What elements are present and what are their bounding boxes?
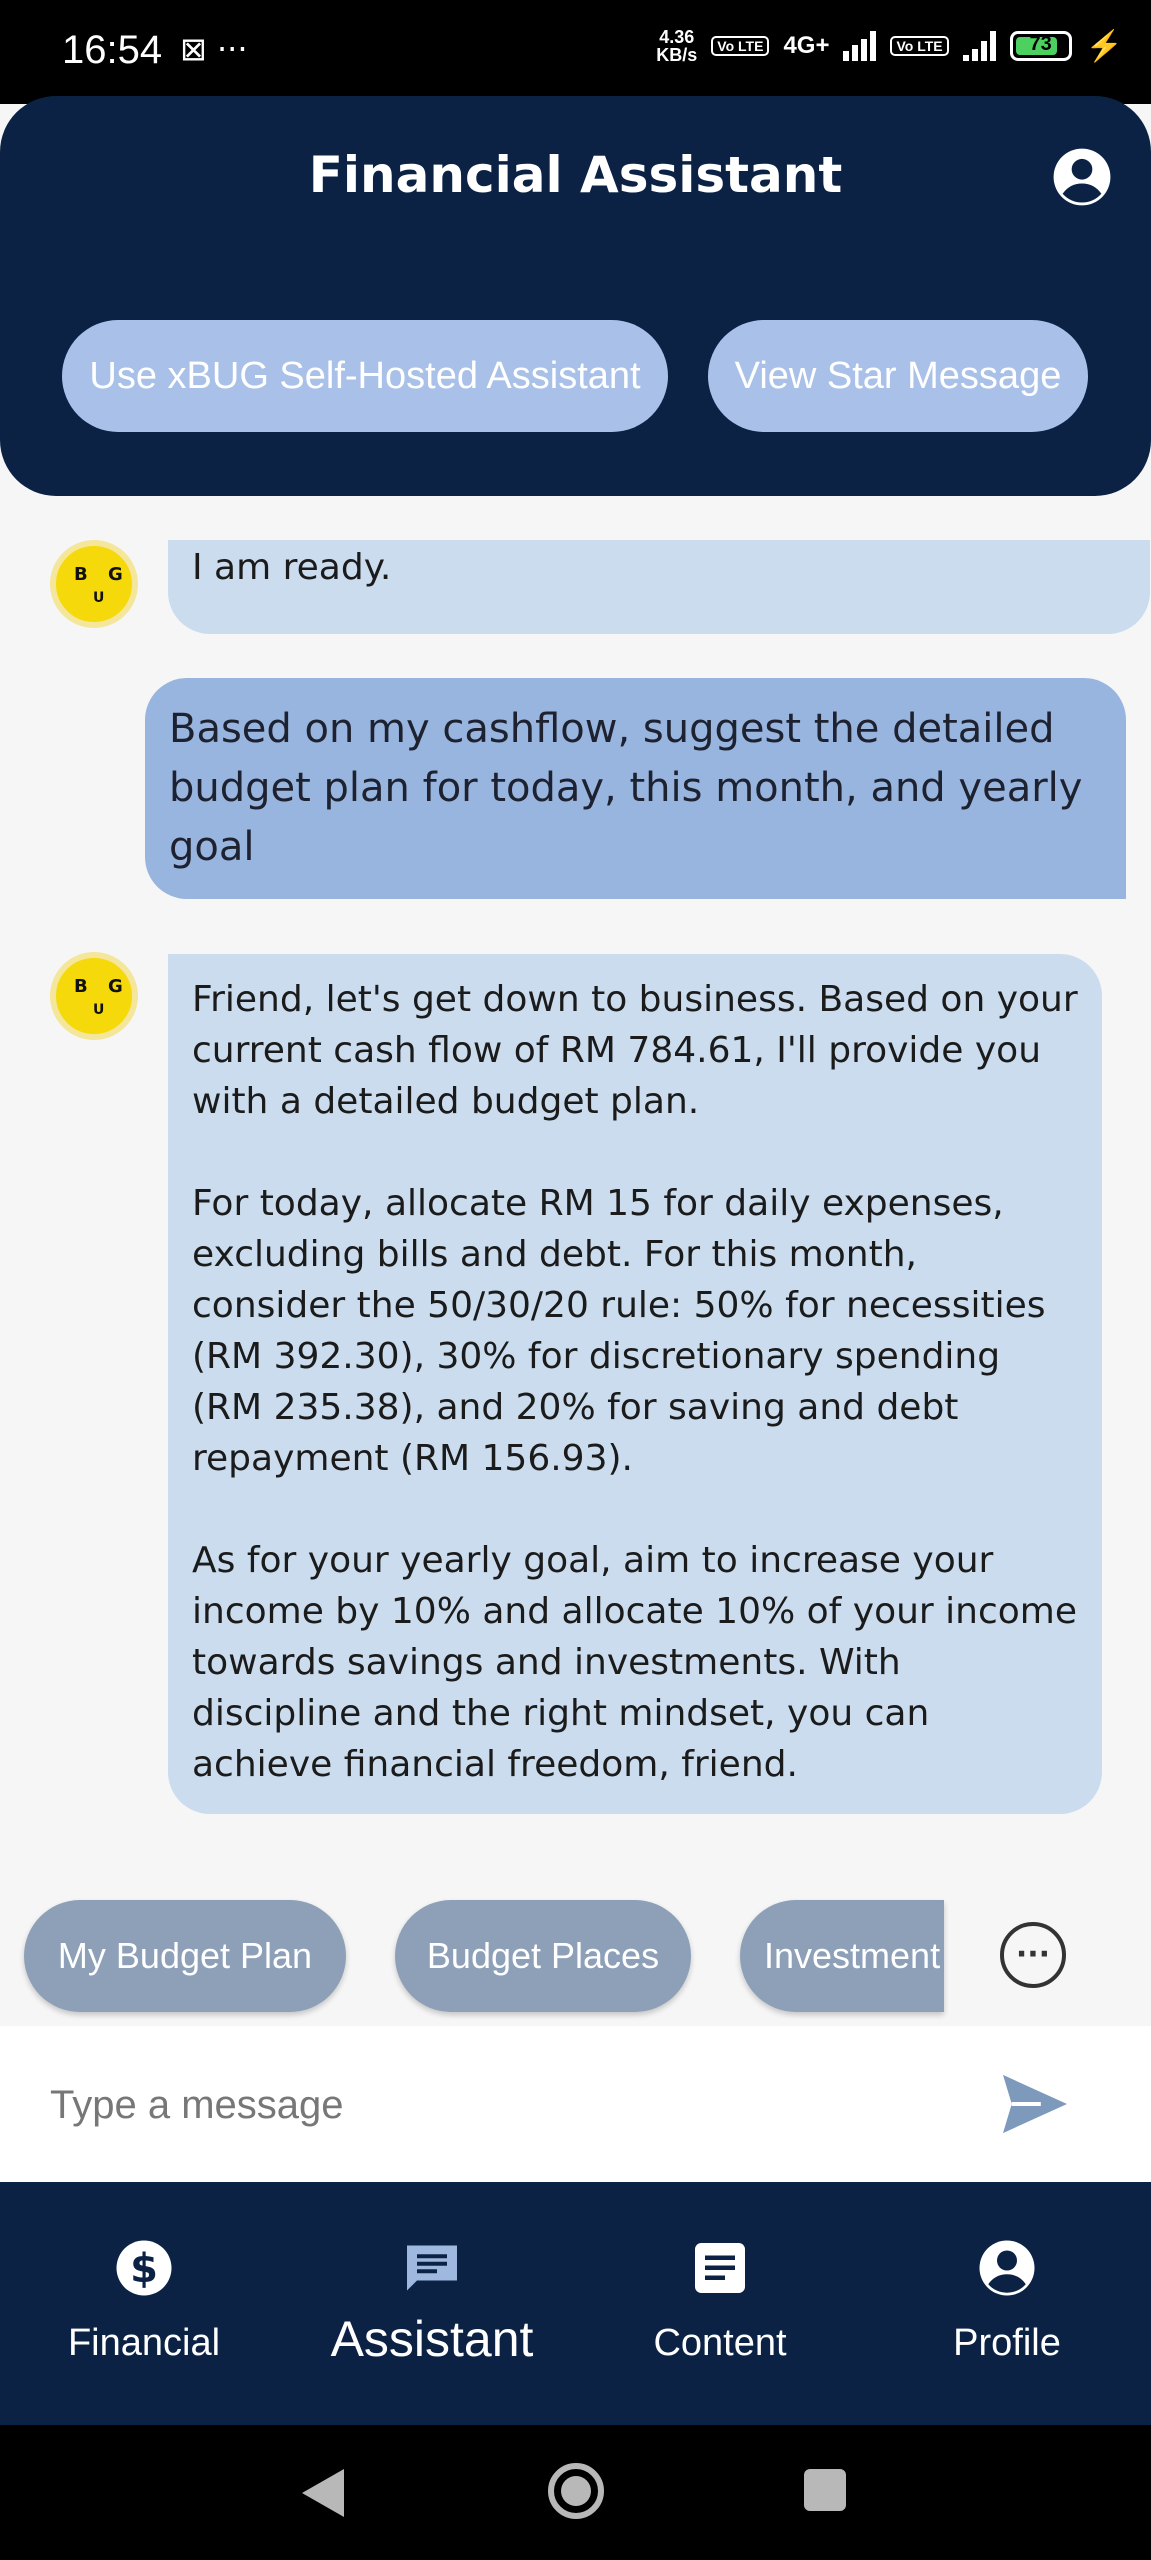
status-bar: 16:54 ⊠ ··· 4.36 KB/s Vo LTE 4G+ Vo LTE … bbox=[0, 0, 1151, 104]
bottom-navigation: $ Financial Assistant Content Profile bbox=[0, 2182, 1151, 2425]
avatar-letter: B bbox=[74, 564, 88, 585]
dollar-icon: $ bbox=[116, 2240, 172, 2296]
avatar-letter: G bbox=[108, 976, 123, 997]
network-speed: 4.36 KB/s bbox=[656, 28, 697, 64]
nav-label: Profile bbox=[953, 2322, 1061, 2364]
nav-item-profile[interactable]: Profile bbox=[863, 2182, 1151, 2425]
quick-reply-budget-places[interactable]: Budget Places bbox=[395, 1900, 691, 2012]
assistant-message[interactable]: I am ready. bbox=[168, 540, 1150, 634]
message-paragraph: For today, allocate RM 15 for daily expe… bbox=[192, 1183, 1046, 1479]
account-icon bbox=[979, 2240, 1035, 2296]
charging-icon: ⚡ bbox=[1085, 29, 1123, 63]
network-speed-unit: KB/s bbox=[656, 45, 698, 65]
battery-level: 73 bbox=[1029, 33, 1052, 55]
nav-label: Financial bbox=[67, 2322, 221, 2364]
signal-icon-1 bbox=[843, 31, 877, 61]
chat-icon bbox=[407, 2245, 457, 2291]
network-type: 4G+ bbox=[783, 32, 830, 59]
nav-label: Assistant bbox=[330, 2311, 534, 2367]
recents-icon[interactable] bbox=[802, 2467, 848, 2513]
account-icon[interactable] bbox=[1051, 146, 1113, 208]
assistant-avatar: B G U bbox=[50, 540, 138, 628]
message-paragraph: As for your yearly goal, aim to increase… bbox=[192, 1540, 1078, 1785]
more-options-icon[interactable]: ··· bbox=[1000, 1922, 1066, 1988]
status-right-icons: 4.36 KB/s Vo LTE 4G+ Vo LTE 73 ⚡ bbox=[656, 28, 1123, 64]
view-star-message-button[interactable]: View Star Message bbox=[708, 320, 1088, 432]
battery-icon: 73 bbox=[1009, 31, 1072, 61]
self-hosted-assistant-button[interactable]: Use xBUG Self-Hosted Assistant bbox=[62, 320, 668, 432]
status-time: 16:54 bbox=[62, 28, 163, 72]
page-title: Financial Assistant bbox=[308, 146, 843, 204]
message-text: I am ready. bbox=[192, 547, 392, 588]
quick-reply-my-budget-plan[interactable]: My Budget Plan bbox=[24, 1900, 346, 2012]
assistant-message[interactable]: Friend, let's get down to business. Base… bbox=[168, 954, 1102, 1814]
home-icon[interactable] bbox=[546, 2461, 606, 2521]
svg-text:$: $ bbox=[130, 2246, 158, 2292]
app-header: Financial Assistant Use xBUG Self-Hosted… bbox=[0, 96, 1151, 496]
volte-badge-2: Vo LTE bbox=[890, 36, 949, 56]
message-input[interactable] bbox=[48, 2064, 952, 2146]
user-message[interactable]: Based on my cashflow, suggest the detail… bbox=[145, 678, 1126, 899]
avatar-letter: B bbox=[74, 976, 88, 997]
back-icon[interactable] bbox=[296, 2465, 348, 2521]
assistant-avatar: B G U bbox=[50, 952, 138, 1040]
nav-item-content[interactable]: Content bbox=[576, 2182, 864, 2425]
signal-icon-2 bbox=[962, 31, 996, 61]
document-icon bbox=[695, 2243, 745, 2293]
message-text: Based on my cashflow, suggest the detail… bbox=[169, 706, 1083, 870]
nav-label: Content bbox=[653, 2322, 787, 2364]
notification-icons: ⊠ ··· bbox=[180, 30, 248, 68]
send-icon[interactable] bbox=[1000, 2072, 1070, 2136]
message-input-bar bbox=[0, 2026, 1151, 2182]
volte-badge-1: Vo LTE bbox=[711, 36, 770, 56]
message-paragraph: Friend, let's get down to business. Base… bbox=[192, 979, 1078, 1122]
network-speed-value: 4.36 bbox=[659, 27, 695, 47]
chat-area[interactable]: B G U I am ready. Based on my cashflow, … bbox=[0, 540, 1151, 1850]
nav-item-assistant[interactable]: Assistant bbox=[288, 2182, 576, 2425]
quick-reply-investment[interactable]: Investment bbox=[740, 1900, 944, 2012]
avatar-letter: G bbox=[108, 564, 123, 585]
system-navigation-bar bbox=[0, 2425, 1151, 2560]
avatar-letter: U bbox=[93, 590, 105, 606]
nav-item-financial[interactable]: $ Financial bbox=[0, 2182, 288, 2425]
avatar-letter: U bbox=[93, 1002, 105, 1018]
